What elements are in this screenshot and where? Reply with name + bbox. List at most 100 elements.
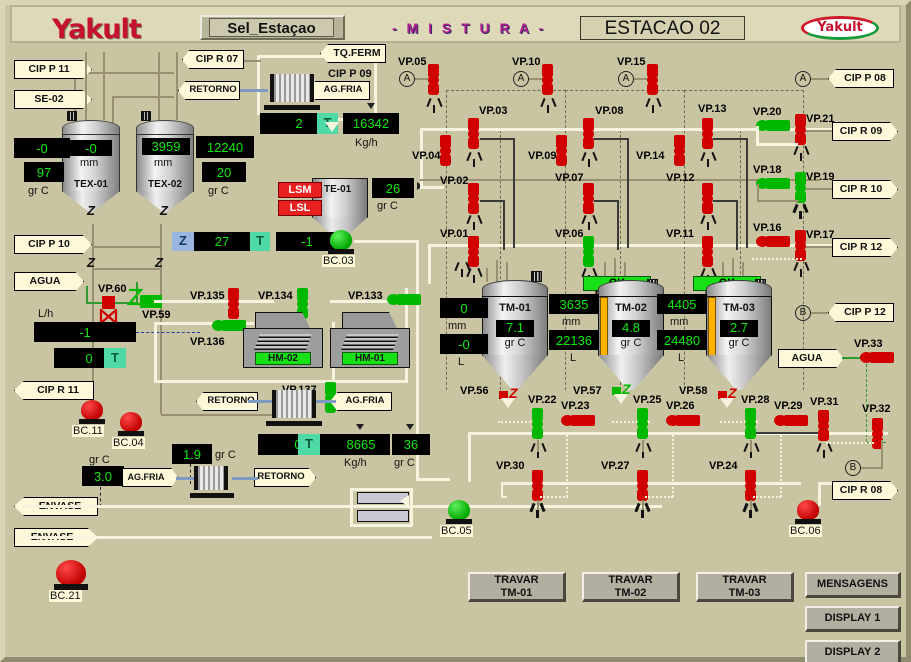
valve-vp07[interactable] [583,183,594,215]
heat-exchanger-low [190,464,234,498]
pump-bc03[interactable] [328,230,354,254]
valve-vp10[interactable] [542,64,553,96]
signal-pipe [713,138,748,140]
flow-arrow-icon [720,398,734,408]
drain-symbol [467,215,481,230]
valve-vp135[interactable] [228,288,239,320]
tag-cip-r11[interactable]: CIP R 11 [14,381,94,400]
drain-symbol [701,152,715,167]
tm02-temp-unit: gr C [620,337,642,349]
tag-retorno-low[interactable]: RETORNO [254,468,316,487]
valve-vp01[interactable] [468,236,479,268]
filter-unit-bottom [357,510,409,522]
tag-cip-p12[interactable]: CIP P 12 [828,303,894,322]
tag-ag-fria-low[interactable]: AG.FRIA [122,468,178,487]
pump-bc21[interactable] [54,560,88,590]
hm-coils [341,334,399,350]
pump-bc11[interactable] [79,400,105,424]
valve-vp05[interactable] [428,64,439,96]
valve-vp133[interactable] [387,294,421,305]
valve-vp06[interactable] [583,236,594,268]
pipe-dotted [753,496,781,498]
flow-lh2-mode: T [104,348,126,368]
valve-vp23[interactable] [561,415,595,426]
tag-cip-r07[interactable]: CIP R 07 [182,50,244,69]
valve-vp09[interactable] [556,135,567,166]
tag-cip-p08[interactable]: CIP P 08 [828,69,894,88]
button-display1[interactable]: DISPLAY 1 [805,606,901,632]
tm01-level-display: 0 [440,298,488,318]
valve-vp03[interactable] [468,118,479,150]
group-box [684,90,804,91]
valve-vp14[interactable] [674,135,685,166]
tag-cip-r08[interactable]: CIP R 08 [832,481,898,500]
valve-vp25[interactable] [637,408,648,440]
pump-bc05[interactable] [446,500,472,524]
valve-vp13-label: VP.13 [698,103,727,115]
valve-vp28-label: VP.28 [741,394,770,406]
tag-se02[interactable]: SE-02 [14,90,92,109]
valve-vp16[interactable] [756,236,790,247]
flow-top-unit: Kg/h [355,137,378,149]
button-travar-tm03[interactable]: TRAVAR TM-03 [696,572,794,602]
valve-vp28[interactable] [745,408,756,440]
alarm-lsm[interactable]: LSM [278,182,322,198]
pipe [92,268,162,270]
button-travar-tm01[interactable]: TRAVAR TM-01 [468,572,566,602]
pipe-dotted [645,496,673,498]
valve-vp136[interactable] [212,320,246,331]
valve-vp15[interactable] [647,64,658,96]
valve-vp20[interactable] [756,120,790,131]
pipe-white [468,432,471,482]
valve-vp02[interactable] [468,183,479,215]
valve-vp21[interactable] [795,114,806,146]
tag-cip-p11[interactable]: CIP P 11 [14,60,92,79]
tag-cip-r09[interactable]: CIP R 09 [832,122,898,141]
valve-vp19-label: VP.19 [806,171,835,183]
button-mensagens[interactable]: MENSAGENS [805,572,901,598]
alarm-lsl[interactable]: LSL [278,200,322,216]
valve-vp29[interactable] [774,415,808,426]
valve-vp12[interactable] [702,183,713,215]
pump-bc04[interactable] [118,412,144,436]
valve-vp13[interactable] [702,118,713,150]
drain-symbol [794,146,808,161]
tex02-volume-display: 12240 [196,136,254,158]
title-bar: Yakult Sel_Estaçao - M I S T U R A - EST… [10,5,901,45]
button-travar-tm02[interactable]: TRAVAR TM-02 [582,572,680,602]
tag-agua-right[interactable]: AGUA [778,349,844,368]
signal-pipe [480,200,504,202]
signal-pipe [736,200,738,250]
tag-label: TQ.FERM [333,47,381,59]
tag-agua-left[interactable]: AGUA [14,272,84,291]
tag-ag-fria-mid[interactable]: AG.FRIA [330,392,392,411]
signal-pipe [503,200,505,250]
valve-vp11[interactable] [702,236,713,268]
tag-cip-p10[interactable]: CIP P 10 [14,235,92,254]
pipe-white [350,488,353,526]
tag-retorno-top[interactable]: RETORNO [178,81,240,100]
valve-vp22[interactable] [532,408,543,440]
valve-vp08[interactable] [583,118,594,150]
pump-base [118,431,144,436]
sel-estacao-button[interactable]: Sel_Estaçao [200,15,345,40]
tag-tq-ferm[interactable]: TQ.FERM [320,44,386,63]
valve-vp33[interactable] [860,352,894,363]
tm03-level-display: 4405 [657,294,707,314]
tag-label: AGUA [791,352,823,364]
tag-cip-r10[interactable]: CIP R 10 [832,180,898,199]
valve-vp31[interactable] [818,410,829,442]
valve-vp02-label: VP.02 [440,175,469,187]
pipe-white [350,488,412,491]
hx-bot-mode: T [298,434,320,455]
valve-vp04[interactable] [440,135,451,166]
valve-vp133-label: VP.133 [348,290,383,302]
flow-bot-unit: Kg/h [344,457,367,469]
valve-vp60[interactable] [102,296,115,309]
valve-vp26[interactable] [666,415,700,426]
tag-cip-r12[interactable]: CIP R 12 [832,238,898,257]
button-display2[interactable]: DISPLAY 2 [805,640,901,662]
valve-vp18[interactable] [756,178,790,189]
tag-label: CIP R 09 [839,125,883,137]
pump-dome [797,500,819,520]
